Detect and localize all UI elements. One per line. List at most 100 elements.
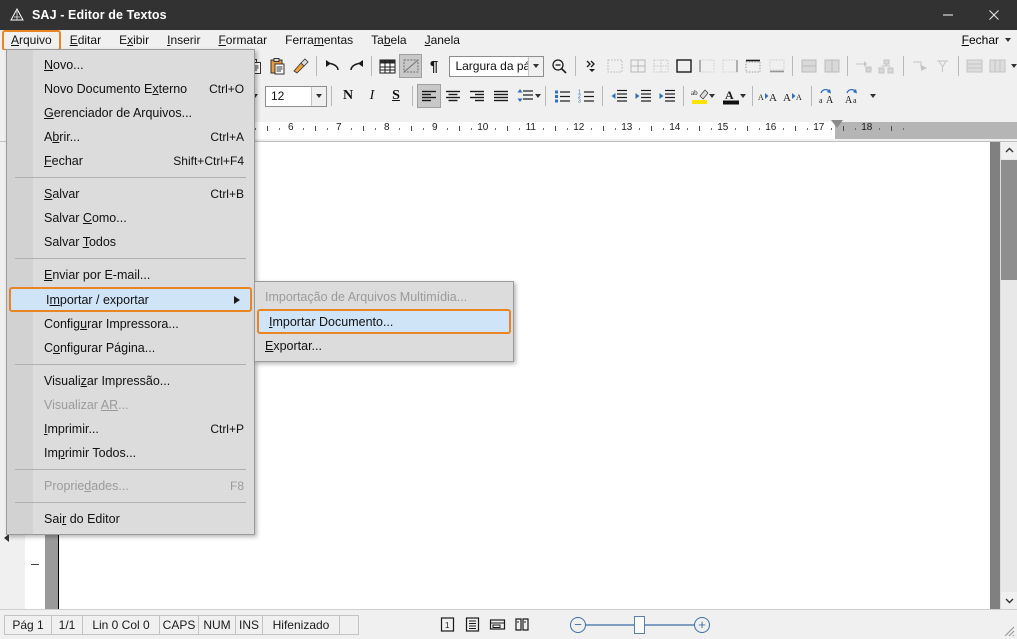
book-view-icon[interactable] (512, 616, 532, 634)
bold-icon[interactable]: N (336, 84, 360, 108)
right-indent-marker[interactable] (831, 120, 843, 128)
border-top-icon[interactable] (742, 54, 765, 78)
chevron-down-icon[interactable] (1005, 38, 1011, 42)
menu-item-configurar-impressora[interactable]: Configurar Impressora... (7, 312, 254, 336)
overflow-chevrons-icon[interactable] (580, 54, 603, 78)
table-grid-icon[interactable] (376, 54, 399, 78)
menu-tabela[interactable]: Ta b ela (362, 30, 415, 50)
menu-editar[interactable]: Editar (61, 30, 110, 50)
menu-formatar[interactable]: Formatar (209, 30, 276, 50)
border-bottom-icon[interactable] (765, 54, 788, 78)
zoom-slider-thumb[interactable] (634, 615, 645, 634)
uppercase-icon[interactable]: a A (816, 84, 842, 108)
line-spacing-icon[interactable] (513, 84, 537, 108)
menu-inserir[interactable]: Inserir (158, 30, 209, 50)
chevron-down-icon[interactable] (528, 56, 544, 76)
undo-icon[interactable] (321, 54, 344, 78)
select-table-icon[interactable] (603, 54, 626, 78)
single-page-view-icon[interactable]: 1 (437, 616, 457, 634)
file-menu-popup[interactable]: Novo... Novo Documento Externo Ctrl+O Geren… (6, 49, 255, 535)
insert-table-icon[interactable] (626, 54, 649, 78)
italic-icon[interactable]: I (360, 84, 384, 108)
increase-font-icon[interactable]: A A (757, 84, 781, 108)
menu-ferramentas[interactable]: Ferra m entas (276, 30, 362, 50)
organization-chart-icon[interactable] (875, 54, 898, 78)
status-ins[interactable]: INS (235, 614, 263, 635)
menu-item-imprimir-todos[interactable]: Imprimir Todos... (7, 441, 254, 465)
menu-item-salvar-todos[interactable]: Salvar Todos (7, 230, 254, 254)
scroll-down-button[interactable] (1001, 592, 1017, 609)
menu-item-importar-exportar[interactable]: Importar / exportar (9, 287, 252, 312)
status-num[interactable]: NUM (198, 614, 236, 635)
close-document-button[interactable]: Fechar (962, 33, 999, 47)
table-shade-2-icon[interactable] (986, 54, 1009, 78)
align-center-icon[interactable] (441, 84, 465, 108)
menu-item-novo[interactable]: Novo... (7, 53, 254, 77)
menu-item-gerenciador-de-arquivos[interactable]: Gerenciador de Arquivos... (7, 101, 254, 125)
merge-cells-icon[interactable] (797, 54, 820, 78)
menu-item-salvar[interactable]: Salvar Ctrl+B (7, 182, 254, 206)
menu-item-imprimir[interactable]: Imprimir... Ctrl+P (7, 417, 254, 441)
split-cells-icon[interactable] (820, 54, 843, 78)
continuous-view-icon[interactable] (462, 616, 482, 634)
zoom-out-icon[interactable] (548, 54, 571, 78)
case-overflow-caret-icon[interactable] (870, 94, 876, 98)
align-right-icon[interactable] (465, 84, 489, 108)
bullet-list-icon[interactable] (550, 84, 574, 108)
scroll-up-button[interactable] (1001, 142, 1017, 159)
show-marks-icon[interactable]: ¶ (422, 54, 445, 78)
menu-item-visualizar-impressao[interactable]: Visualizar Impressão... (7, 369, 254, 393)
status-caps[interactable]: CAPS (159, 614, 199, 635)
align-justify-icon[interactable] (489, 84, 513, 108)
menu-item-sair-do-editor[interactable]: Sair do Editor (7, 507, 254, 531)
zoom-in-button[interactable]: + (694, 616, 710, 633)
menu-item-configurar-pagina[interactable]: Configurar Página... (7, 336, 254, 360)
zoom-slider[interactable]: − + (570, 615, 710, 634)
line-spacing-caret-icon[interactable] (535, 94, 541, 98)
close-window-button[interactable] (971, 0, 1017, 30)
redo-icon[interactable] (344, 54, 367, 78)
paste-icon[interactable] (266, 54, 289, 78)
underline-icon[interactable]: S (384, 84, 408, 108)
text-flow-icon[interactable] (908, 54, 931, 78)
resize-grip-icon[interactable] (1001, 623, 1015, 637)
scrollbar-thumb[interactable] (1001, 160, 1017, 280)
indent-left-marker[interactable] (4, 534, 9, 542)
numbered-list-icon[interactable]: 123 (574, 84, 598, 108)
merge-down-icon[interactable] (931, 54, 954, 78)
minimize-button[interactable] (925, 0, 971, 30)
highlight-color-caret-icon[interactable] (709, 94, 715, 98)
insert-footnote-icon[interactable] (852, 54, 875, 78)
menu-exibir[interactable]: Ex ibir (110, 30, 158, 50)
chevron-down-icon[interactable] (311, 86, 326, 106)
menu-janela[interactable]: Janela (416, 30, 469, 50)
submenu-item-importar-documento[interactable]: Importar Documento... (257, 309, 511, 334)
lowercase-icon[interactable]: A a (842, 84, 868, 108)
menu-item-enviar-por-e-mail[interactable]: Enviar por E-mail... (7, 263, 254, 287)
align-left-icon[interactable] (417, 84, 441, 108)
zoom-combo[interactable]: Largura da págin (449, 55, 545, 77)
menu-item-abrir[interactable]: Abrir... Ctrl+A (7, 125, 254, 149)
table-shade-1-icon[interactable] (963, 54, 986, 78)
menu-item-fechar[interactable]: Fechar Shift+Ctrl+F4 (7, 149, 254, 173)
toolbar-overflow-caret-icon[interactable] (1010, 64, 1017, 68)
decrease-indent-icon[interactable] (607, 84, 631, 108)
submenu-item-exportar[interactable]: Exportar... (255, 334, 513, 358)
zoom-out-button[interactable]: − (570, 616, 586, 633)
web-view-icon[interactable] (487, 616, 507, 634)
zoom-slider-track[interactable] (586, 615, 694, 634)
format-painter-icon[interactable] (289, 54, 312, 78)
status-hyphenation[interactable]: Hifenizado (262, 614, 340, 635)
font-color-caret-icon[interactable] (740, 94, 746, 98)
border-left-icon[interactable] (696, 54, 719, 78)
increase-indent-2-icon[interactable] (655, 84, 679, 108)
font-size-combo[interactable]: 12 (265, 85, 327, 107)
decrease-font-icon[interactable]: A A (781, 84, 807, 108)
table-dashed-icon[interactable] (650, 54, 673, 78)
menu-item-novo-documento-externo[interactable]: Novo Documento Externo Ctrl+O (7, 77, 254, 101)
vertical-scrollbar[interactable] (1000, 142, 1017, 609)
menu-item-salvar-como[interactable]: Salvar Como... (7, 206, 254, 230)
menu-arquivo[interactable]: Arquivo (2, 29, 61, 51)
border-right-icon[interactable] (719, 54, 742, 78)
import-export-submenu-popup[interactable]: Importação de Arquivos Multimídia... Impo… (254, 281, 514, 362)
